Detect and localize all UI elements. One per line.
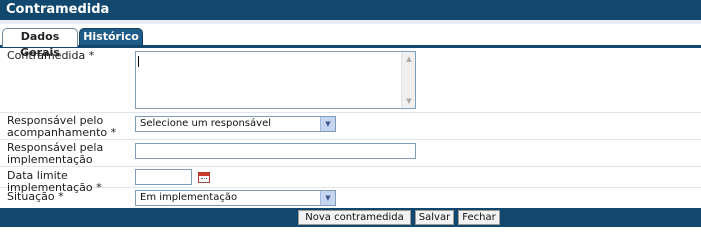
data-limite-row: Data limite implementação * xyxy=(0,167,701,194)
data-limite-input[interactable] xyxy=(135,169,192,185)
chevron-down-icon[interactable]: ▼ xyxy=(320,117,335,131)
calendar-icon[interactable] xyxy=(198,172,210,183)
responsavel-acompanhamento-select[interactable]: Selecione um responsável ▼ xyxy=(135,116,336,132)
tab-dados-gerais[interactable]: Dados Gerais xyxy=(2,28,78,59)
button-bar: Nova contramedida Salvar Fechar xyxy=(0,208,701,227)
situacao-label: Situação * xyxy=(7,190,64,203)
window-title: Contramedida xyxy=(0,0,701,20)
textarea-scrollbar[interactable]: ▲ ▼ xyxy=(401,52,415,108)
responsavel-implementacao-input[interactable] xyxy=(135,143,416,159)
salvar-button[interactable]: Salvar xyxy=(415,210,454,225)
tab-strip: Dados Gerais Histórico xyxy=(0,24,701,59)
scroll-down-icon[interactable]: ▼ xyxy=(402,95,416,107)
responsavel-implementacao-label: Responsável pela implementação xyxy=(7,142,133,166)
responsavel-implementacao-row: Responsável pela implementação xyxy=(0,140,701,167)
fechar-button[interactable]: Fechar xyxy=(458,210,500,225)
situacao-row: Situação * Em implementação ▼ xyxy=(0,188,701,208)
contramedida-row: Contramedida * ▲ ▼ xyxy=(0,48,701,113)
chevron-down-icon[interactable]: ▼ xyxy=(320,191,335,205)
responsavel-acompanhamento-row: Responsável pelo acompanhamento * Seleci… xyxy=(0,113,701,140)
form-panel: Contramedida * ▲ ▼ Responsável pelo acom… xyxy=(0,48,701,208)
responsavel-acompanhamento-label-line2: acompanhamento * xyxy=(7,126,117,139)
nova-contramedida-button[interactable]: Nova contramedida xyxy=(298,210,411,225)
responsavel-acompanhamento-label: Responsável pelo acompanhamento * xyxy=(7,115,133,139)
responsavel-acompanhamento-selected: Selecione um responsável xyxy=(140,118,271,129)
situacao-selected: Em implementação xyxy=(140,192,238,203)
tab-historico[interactable]: Histórico xyxy=(79,28,143,46)
scroll-up-icon[interactable]: ▲ xyxy=(402,53,416,65)
contramedida-textarea[interactable]: ▲ ▼ xyxy=(135,51,416,109)
responsavel-implementacao-label-line2: implementação xyxy=(7,153,93,166)
text-caret xyxy=(138,56,139,67)
situacao-select[interactable]: Em implementação ▼ xyxy=(135,190,336,206)
